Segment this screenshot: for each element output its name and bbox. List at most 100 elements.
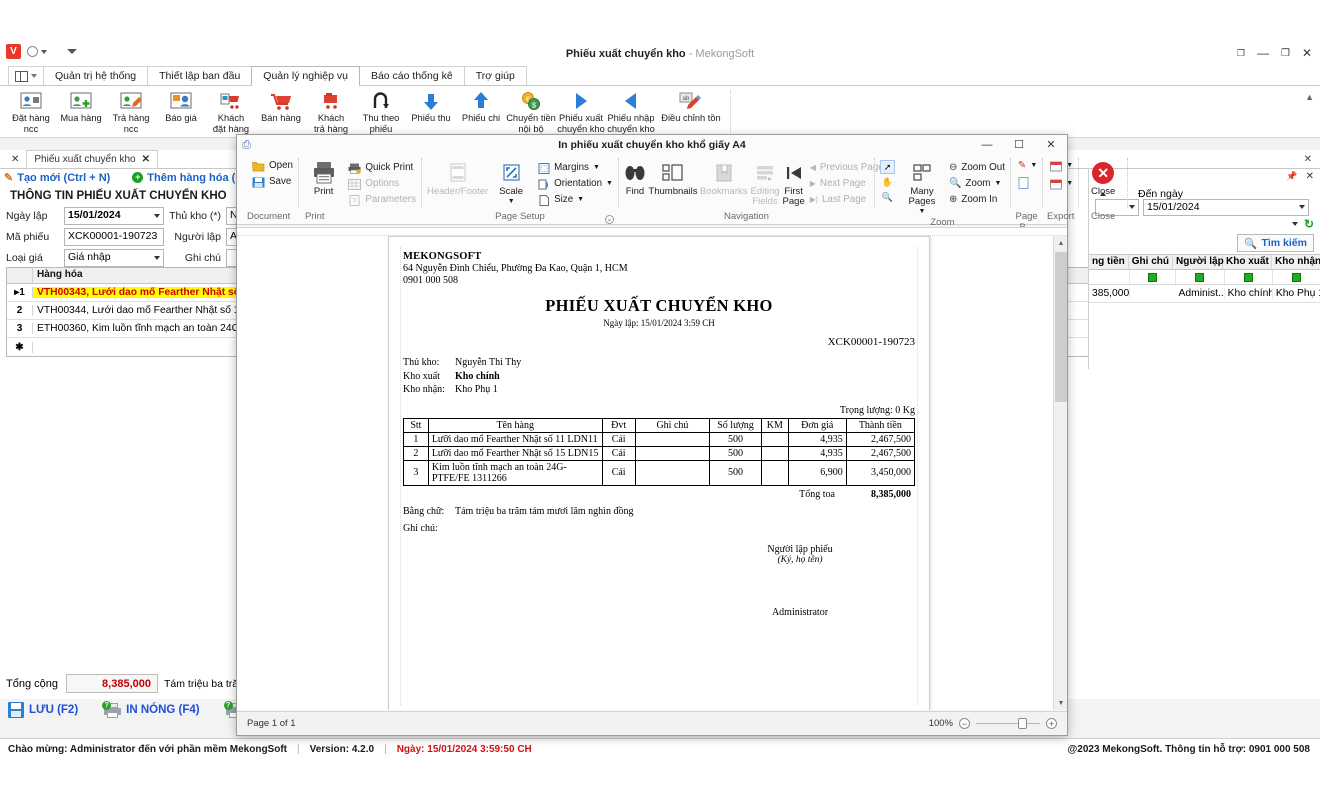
- date-input-ngay-lap[interactable]: 15/01/2024: [64, 206, 164, 225]
- scrollbar-thumb[interactable]: [1055, 252, 1067, 402]
- ribbon-button-phieu-xuat-chuyen-kho[interactable]: Phiếu xuất chuyển kho: [556, 86, 606, 134]
- ribbon-button-khach-tra-hang[interactable]: Khách trả hàng: [306, 86, 356, 134]
- ribbon-button-dieu-chinh-ton[interactable]: ab Điều chỉnh tồn: [656, 86, 726, 124]
- zoom-in-button[interactable]: ⊕ Zoom In: [949, 193, 1005, 207]
- filter-icon[interactable]: [1195, 272, 1205, 282]
- zoom-button[interactable]: 🔍 Zoom ▼: [949, 177, 1005, 191]
- ribbon-collapse-icon[interactable]: ▲: [1305, 92, 1314, 102]
- tab-thiet-lap-ban-dau[interactable]: Thiết lập ban đầu: [147, 66, 253, 85]
- preview-vertical-scrollbar[interactable]: ▲ ▼: [1053, 236, 1067, 710]
- tab-tro-giup[interactable]: Trợ giúp: [463, 66, 527, 85]
- pointer-icon[interactable]: ➚: [879, 160, 895, 174]
- chevron-down-icon[interactable]: [1291, 222, 1298, 226]
- ribbon-button-khach-dat-hang[interactable]: Khách đặt hàng: [206, 86, 256, 134]
- zoom-slider[interactable]: [976, 718, 1040, 729]
- ribbon-button-chuyen-tien-noi-bo[interactable]: € $ Chuyển tiền nội bộ: [506, 86, 556, 134]
- chevron-down-icon[interactable]: [1299, 205, 1305, 209]
- chevron-down-icon[interactable]: ▼: [508, 197, 515, 207]
- zoom-out-button[interactable]: −: [959, 718, 970, 729]
- scale-button[interactable]: Scale ▼: [493, 159, 529, 207]
- open-button[interactable]: Open: [252, 159, 293, 173]
- margins-button[interactable]: Margins ▼: [538, 161, 613, 175]
- chevron-down-icon[interactable]: [154, 213, 160, 218]
- zoom-slider-knob[interactable]: [1018, 718, 1027, 729]
- filter-icon[interactable]: [1291, 272, 1301, 282]
- ribbon-button-dat-hang-ncc[interactable]: Đặt hàng ncc: [6, 86, 56, 134]
- search-button[interactable]: 🔍 Tìm kiếm: [1237, 234, 1314, 252]
- ribbon-button-phieu-nhap-chuyen-kho[interactable]: Phiếu nhập chuyển kho: [606, 86, 656, 134]
- chevron-down-icon[interactable]: ▼: [1066, 159, 1073, 173]
- orientation-button[interactable]: Orientation ▼: [538, 177, 613, 191]
- magnifier-icon[interactable]: 🔍: [880, 190, 895, 204]
- create-new-button[interactable]: ✎ Tạo mới (Ctrl + N): [4, 171, 110, 185]
- find-button[interactable]: Find: [624, 159, 646, 197]
- size-button[interactable]: Size ▼: [538, 193, 613, 207]
- to-date-input[interactable]: 15/01/2024: [1143, 198, 1309, 216]
- restore-icon[interactable]: ❐: [1237, 48, 1245, 59]
- filter-icon[interactable]: [1243, 272, 1253, 282]
- export-document-button[interactable]: ▼: [1050, 159, 1073, 173]
- ribbon-button-label: Trả hàng ncc: [112, 113, 150, 134]
- document-tab-phieu-xuat-chuyen-kho[interactable]: Phiếu xuất chuyển kho ✕: [26, 150, 158, 168]
- quick-print-button[interactable]: Quick Print: [348, 161, 416, 175]
- watermark-button[interactable]: ✎ ▼: [1018, 159, 1037, 173]
- scroll-up-arrow-icon[interactable]: ▲: [1054, 236, 1067, 250]
- ribbon-button-tra-hang-ncc[interactable]: Trả hàng ncc: [106, 86, 156, 134]
- thumbnails-button[interactable]: Thumbnails: [648, 159, 698, 197]
- chevron-down-icon[interactable]: [154, 255, 160, 260]
- filter-cell[interactable]: [1089, 270, 1131, 284]
- page-setup-dialog-launcher[interactable]: ⌄: [604, 215, 614, 224]
- close-all-tabs-icon[interactable]: ✕: [4, 154, 26, 165]
- pin-icon[interactable]: 📌: [1286, 171, 1297, 182]
- chevron-down-icon[interactable]: ▼: [994, 177, 1001, 191]
- filter-cell[interactable]: [1273, 270, 1320, 284]
- filter-cell[interactable]: [1130, 270, 1176, 284]
- row-number: ▸1: [7, 287, 33, 298]
- combo-input-loai-gia[interactable]: Giá nhập: [64, 248, 164, 267]
- print-hot-button[interactable]: ? IN NÓNG (F4): [102, 700, 200, 718]
- tab-quan-ly-nghiep-vu[interactable]: Quản lý nghiệp vụ: [251, 66, 360, 86]
- chevron-down-icon[interactable]: ▼: [577, 193, 584, 207]
- ribbon-button-mua-hang[interactable]: Mua hàng: [56, 86, 106, 124]
- chevron-down-icon[interactable]: ▼: [1030, 159, 1037, 173]
- close-icon[interactable]: ✕: [142, 151, 150, 168]
- close-icon[interactable]: ✕: [1306, 171, 1314, 182]
- refresh-icon[interactable]: ↻: [1304, 217, 1314, 231]
- ribbon-button-phieu-chi[interactable]: Phiếu chi: [456, 86, 506, 124]
- save-button[interactable]: Save: [252, 175, 293, 189]
- ribbon-button-ban-hang[interactable]: Bán hàng: [256, 86, 306, 124]
- send-via-email-button[interactable]: ▼: [1050, 177, 1073, 191]
- chevron-down-icon[interactable]: ▼: [606, 177, 613, 191]
- chevron-down-icon[interactable]: ▼: [1066, 177, 1073, 191]
- hand-icon[interactable]: ✋: [880, 175, 895, 189]
- cell-kho-xuat: Kho chính: [1225, 288, 1273, 299]
- minimize-icon[interactable]: —: [1257, 46, 1269, 60]
- zoom-in-button[interactable]: +: [1046, 718, 1057, 729]
- ribbon-button-bao-gia[interactable]: Báo giá: [156, 86, 206, 124]
- filter-icon[interactable]: [1147, 272, 1157, 282]
- tab-bao-cao-thong-ke[interactable]: Báo cáo thống kê: [358, 66, 465, 85]
- many-pages-button[interactable]: Many Pages ▼: [899, 159, 945, 217]
- scroll-down-arrow-icon[interactable]: ▼: [1054, 696, 1067, 710]
- text-input-ma-phieu[interactable]: XCK00001-190723: [64, 227, 164, 246]
- table-row[interactable]: 385,000 Administ... Kho chính Kho Phụ 1: [1089, 285, 1320, 303]
- maximize-icon[interactable]: ❐: [1281, 48, 1290, 59]
- document-page[interactable]: MEKONGSOFT 64 Nguyễn Đình Chiểu, Phường …: [388, 236, 930, 710]
- ribbon-button-phieu-thu[interactable]: Phiếu thu: [406, 86, 456, 124]
- first-page-button[interactable]: First Page: [783, 159, 805, 207]
- filter-cell[interactable]: [1176, 270, 1225, 284]
- ribbon-button-thu-theo-phieu[interactable]: Thu theo phiếu: [356, 86, 406, 134]
- save-button[interactable]: LƯU (F2): [8, 702, 78, 718]
- chevron-down-icon[interactable]: ▼: [593, 161, 600, 175]
- tab-quan-tri-he-thong[interactable]: Quản trị hệ thống: [43, 66, 149, 85]
- chevron-down-icon[interactable]: ▼: [919, 207, 926, 217]
- close-document-icon[interactable]: ✕: [1304, 154, 1320, 165]
- chevron-down-icon[interactable]: [1129, 205, 1135, 209]
- filter-cell[interactable]: [1225, 270, 1273, 284]
- close-preview-button[interactable]: ✕ Close: [1084, 159, 1122, 197]
- page-color-button[interactable]: [1018, 177, 1037, 189]
- print-button[interactable]: Print: [304, 159, 343, 197]
- ribbon-file-menu[interactable]: [8, 66, 44, 85]
- zoom-out-button[interactable]: ⊖ Zoom Out: [949, 161, 1005, 175]
- close-icon[interactable]: ✕: [1302, 46, 1312, 60]
